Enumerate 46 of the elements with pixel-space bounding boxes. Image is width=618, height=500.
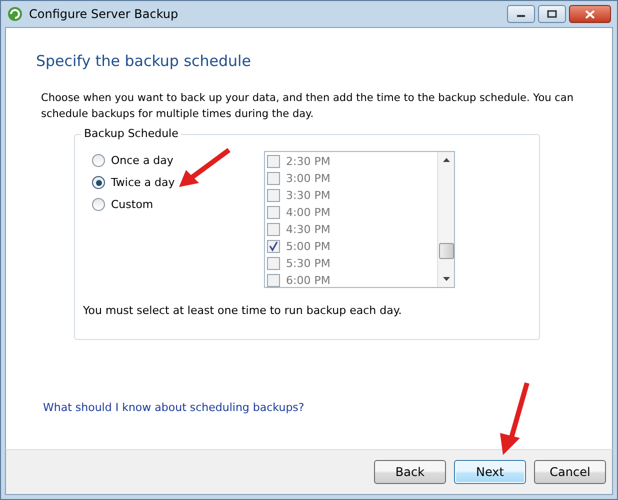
page-heading: Specify the backup schedule bbox=[36, 52, 252, 70]
minimize-button[interactable] bbox=[507, 5, 535, 23]
group-title: Backup Schedule bbox=[81, 127, 182, 140]
checkbox[interactable] bbox=[267, 172, 280, 185]
time-list[interactable]: 2:30 PM 3:00 PM 3:30 PM 4:00 PM 4:30 PM 5:00 PM 5:30 PM 6:00 PM bbox=[264, 151, 455, 288]
dialog-button[interactable]: Cancel bbox=[534, 460, 606, 484]
radio-button[interactable] bbox=[92, 176, 105, 189]
scroll-up-icon[interactable] bbox=[442, 158, 450, 162]
time-label: 4:00 PM bbox=[286, 206, 330, 219]
checkbox[interactable] bbox=[267, 206, 280, 219]
time-label: 3:30 PM bbox=[286, 189, 330, 202]
help-link[interactable]: What should I know about scheduling backups? bbox=[43, 401, 304, 414]
radio-option[interactable]: Once a day bbox=[92, 154, 264, 167]
arrow-annotation bbox=[177, 147, 233, 189]
scroll-thumb[interactable] bbox=[438, 242, 454, 258]
maximize-button[interactable] bbox=[538, 5, 566, 23]
checkbox[interactable] bbox=[267, 257, 280, 270]
checkbox[interactable] bbox=[267, 274, 280, 287]
radio-option[interactable]: Custom bbox=[92, 198, 264, 211]
scrollbar[interactable] bbox=[437, 152, 454, 287]
maximize-icon bbox=[547, 10, 557, 18]
checkbox[interactable] bbox=[267, 155, 280, 168]
radio-label: Once a day bbox=[111, 154, 174, 167]
time-label: 4:30 PM bbox=[286, 223, 330, 236]
checkbox[interactable] bbox=[267, 223, 280, 236]
time-label: 6:00 PM bbox=[286, 274, 330, 287]
dialog-button[interactable]: Back bbox=[374, 460, 446, 484]
close-button[interactable] bbox=[569, 5, 611, 23]
time-label: 5:00 PM bbox=[286, 240, 330, 253]
description-text: Choose when you want to back up your data, and then add the time to the backup schedule. You can schedule backups for multiple times during the day. bbox=[41, 91, 574, 122]
radio-button[interactable] bbox=[92, 198, 105, 211]
checkbox[interactable] bbox=[267, 189, 280, 202]
radio-option[interactable]: Twice a day bbox=[92, 176, 264, 189]
radio-label: Custom bbox=[111, 198, 154, 211]
note-text: You must select at least one time to run backup each day. bbox=[83, 304, 403, 317]
scroll-down-icon[interactable] bbox=[442, 277, 450, 281]
time-label: 2:30 PM bbox=[286, 155, 330, 168]
dialog-button[interactable]: Next bbox=[454, 460, 526, 484]
backup-icon bbox=[7, 6, 23, 22]
radio-label: Twice a day bbox=[111, 176, 175, 189]
time-label: 3:00 PM bbox=[286, 172, 330, 185]
time-label: 5:30 PM bbox=[286, 257, 330, 270]
window-title: Configure Server Backup bbox=[29, 7, 178, 21]
radio-button[interactable] bbox=[92, 154, 105, 167]
close-icon bbox=[585, 10, 595, 18]
checkbox[interactable] bbox=[267, 240, 280, 253]
